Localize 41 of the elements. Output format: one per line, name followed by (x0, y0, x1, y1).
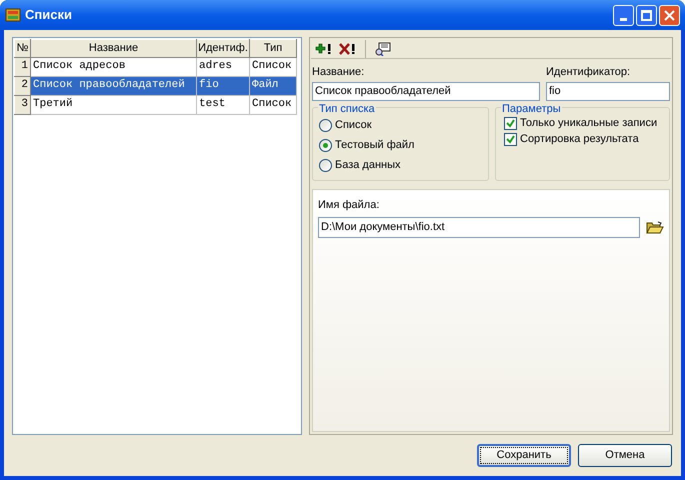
checkbox-label[interactable]: Сортировка результата (520, 131, 639, 148)
row-number: 3 (14, 95, 30, 114)
table-cell: test (196, 95, 250, 114)
close-icon (664, 10, 675, 20)
field-label: Имя файла: (318, 198, 380, 210)
radio-label[interactable]: База данных (335, 157, 401, 174)
identifier-field[interactable]: fio (546, 82, 670, 100)
table-cell: Файл (250, 76, 296, 95)
radio-button[interactable] (319, 159, 332, 172)
checkbox-label[interactable]: Только уникальные записи (520, 115, 658, 132)
table-cell: Список (250, 95, 296, 114)
column-header[interactable]: № (14, 40, 30, 57)
window-title: Списки (25, 6, 72, 24)
app-icon (5, 7, 21, 23)
field-label: Идентификатор: (546, 65, 632, 80)
radio-label[interactable]: Тестовый файл (335, 137, 414, 154)
table-cell: Список адресов (30, 57, 196, 76)
table-cell: Список (250, 57, 296, 76)
dialog-button[interactable]: Сохранить (477, 444, 571, 467)
table-cell: adres (196, 57, 250, 76)
column-header[interactable]: Название (30, 40, 196, 57)
name-field[interactable]: Список правообладателей (312, 82, 540, 100)
table-cell: Список правообладателей (30, 76, 196, 95)
table-cell: fio (196, 76, 250, 95)
column-header[interactable]: Идентиф. (196, 40, 250, 57)
field-label: Название: (312, 65, 366, 80)
table-cell: Третий (30, 95, 196, 114)
maximize-button[interactable] (636, 4, 657, 26)
radio-button[interactable] (319, 119, 332, 132)
row-number: 2 (14, 76, 30, 95)
minimize-button[interactable] (613, 4, 634, 26)
checkbox[interactable] (504, 133, 517, 146)
radio-button[interactable] (319, 139, 332, 152)
file-name-field[interactable]: D:\Мои документы\fio.txt (318, 217, 640, 238)
radio-label[interactable]: Список (335, 117, 372, 134)
checkbox[interactable] (504, 117, 517, 130)
column-header[interactable]: Тип (250, 40, 296, 57)
dialog-button[interactable]: Отмена (578, 444, 672, 467)
row-number: 1 (14, 57, 30, 76)
close-button[interactable] (659, 4, 680, 26)
folder-icon[interactable] (646, 220, 664, 236)
